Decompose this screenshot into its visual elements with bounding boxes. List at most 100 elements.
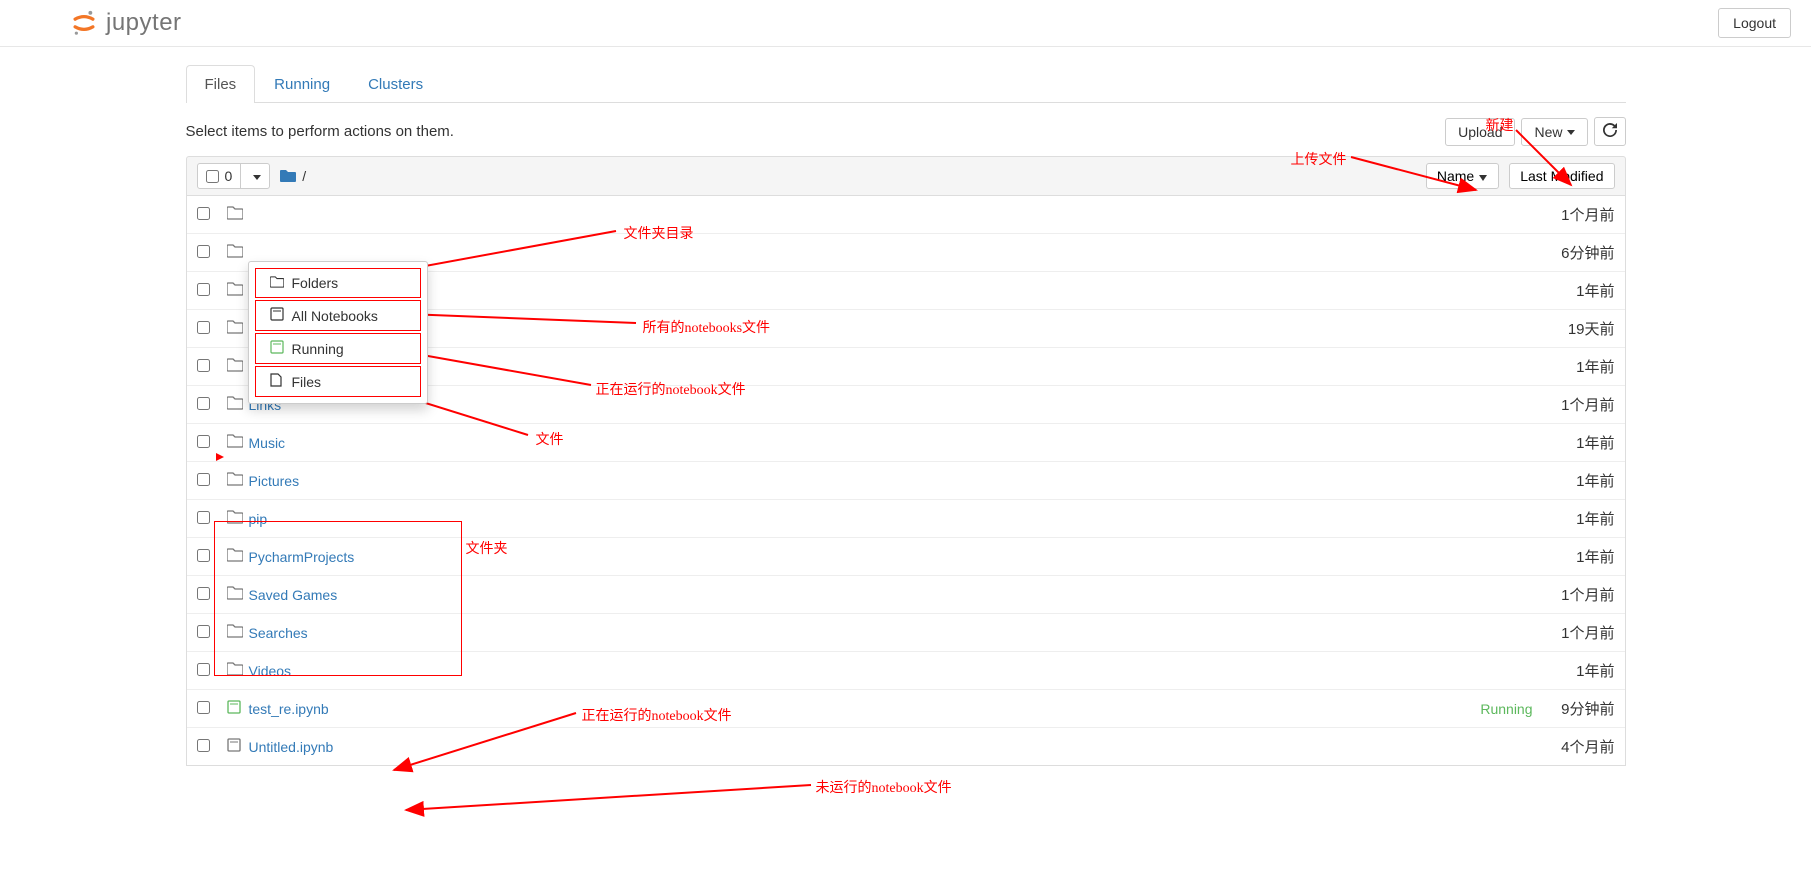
sort-modified-button[interactable]: Last Modified — [1509, 163, 1614, 189]
notebook-idle-icon — [227, 738, 249, 755]
file-name-link[interactable]: PycharmProjects — [249, 549, 355, 565]
file-row: test_re.ipynb Running 9分钟前 — [187, 690, 1625, 728]
tab-bar: Files Running Clusters — [186, 65, 1626, 103]
file-row: Untitled.ipynb 4个月前 — [187, 728, 1625, 765]
tab-running[interactable]: Running — [255, 65, 349, 103]
file-checkbox[interactable] — [197, 283, 227, 299]
select-dropdown-button[interactable] — [241, 164, 269, 188]
file-checkbox[interactable] — [197, 701, 227, 717]
folder-outline-icon — [270, 275, 284, 291]
file-checkbox[interactable] — [197, 587, 227, 603]
folder-icon — [227, 434, 249, 451]
file-modified-date: 1个月前 — [1545, 622, 1615, 643]
notebook-icon — [270, 307, 284, 324]
file-status: Running — [1480, 701, 1532, 717]
tab-files[interactable]: Files — [186, 65, 256, 103]
folder-icon — [227, 244, 249, 261]
caret-down-icon — [253, 175, 261, 180]
file-checkbox[interactable] — [197, 207, 227, 223]
file-row: Videos1年前 — [187, 652, 1625, 690]
file-modified-date: 1年前 — [1545, 432, 1615, 453]
dropdown-item-label: All Notebooks — [292, 308, 378, 324]
dropdown-item-label: Folders — [292, 275, 339, 291]
folder-icon — [227, 586, 249, 603]
folder-icon — [227, 282, 249, 299]
folder-icon — [227, 510, 249, 527]
file-modified-date: 1年前 — [1545, 546, 1615, 567]
file-row: Searches 1个月前 — [187, 614, 1625, 652]
file-modified-date: 1年前 — [1545, 508, 1615, 529]
file-checkbox[interactable] — [197, 397, 227, 413]
file-modified-date: 4个月前 — [1545, 736, 1615, 757]
dropdown-running[interactable]: Running — [255, 333, 421, 364]
dropdown-all-notebooks[interactable]: All Notebooks — [255, 300, 421, 331]
refresh-button[interactable] — [1594, 117, 1626, 146]
sort-name-button[interactable]: Name — [1426, 163, 1499, 189]
file-checkbox[interactable] — [197, 435, 227, 451]
file-name-link[interactable]: Searches — [249, 625, 308, 641]
select-all-checkbox[interactable]: 0 — [198, 164, 242, 188]
file-row: Music 1年前 — [187, 424, 1625, 462]
new-button[interactable]: New — [1521, 118, 1587, 146]
file-checkbox[interactable] — [197, 663, 227, 679]
folder-icon — [280, 169, 296, 183]
file-checkbox[interactable] — [197, 321, 227, 337]
file-name-link[interactable]: Videos — [249, 663, 292, 679]
file-checkbox[interactable] — [197, 359, 227, 375]
file-checkbox[interactable] — [197, 625, 227, 641]
file-modified-date: 1年前 — [1545, 470, 1615, 491]
file-modified-date: 1个月前 — [1545, 204, 1615, 225]
file-name-link[interactable]: Untitled.ipynb — [249, 739, 334, 755]
refresh-icon — [1603, 123, 1617, 137]
folder-icon — [227, 624, 249, 641]
file-modified-date: 1年前 — [1545, 280, 1615, 301]
tab-clusters[interactable]: Clusters — [349, 65, 442, 103]
selected-count: 0 — [225, 168, 233, 184]
select-type-dropdown: Folders All Notebooks Running Files — [248, 261, 428, 404]
folder-icon — [227, 396, 249, 413]
file-icon — [270, 373, 284, 390]
file-modified-date: 6分钟前 — [1545, 242, 1615, 263]
list-header: 0 / Name Last Modified — [186, 156, 1626, 196]
folder-icon — [227, 358, 249, 375]
file-row: PycharmProjects 1年前 — [187, 538, 1625, 576]
file-row: Pictures 1年前 — [187, 462, 1625, 500]
dropdown-item-label: Files — [292, 374, 322, 390]
logout-button[interactable]: Logout — [1718, 8, 1791, 38]
file-modified-date: 9分钟前 — [1545, 698, 1615, 719]
file-modified-date: 1个月前 — [1545, 584, 1615, 605]
folder-icon — [227, 206, 249, 223]
file-name-link[interactable]: pip — [249, 511, 268, 527]
file-checkbox[interactable] — [197, 473, 227, 489]
folder-icon — [227, 472, 249, 489]
annotation-idle-nb: 未运行的notebook文件 — [816, 777, 952, 797]
breadcrumb-root: / — [302, 168, 306, 184]
folder-icon — [227, 320, 249, 337]
folder-icon — [227, 548, 249, 565]
file-name-link[interactable]: test_re.ipynb — [249, 701, 329, 717]
file-row: 1个月前 — [187, 196, 1625, 234]
breadcrumb[interactable]: / — [280, 168, 306, 184]
dropdown-folders[interactable]: Folders — [255, 268, 421, 298]
file-modified-date: 1个月前 — [1545, 394, 1615, 415]
jupyter-logo[interactable]: jupyter — [70, 9, 182, 37]
caret-down-icon — [1567, 130, 1575, 135]
jupyter-icon — [70, 9, 98, 37]
file-row: Saved Games 1个月前 — [187, 576, 1625, 614]
upload-button[interactable]: Upload — [1445, 118, 1515, 146]
arrow-down-icon — [1478, 171, 1488, 181]
logo-text: jupyter — [106, 9, 182, 37]
folder-icon — [227, 662, 249, 679]
notebook-running-icon — [270, 340, 284, 357]
file-checkbox[interactable] — [197, 739, 227, 755]
file-checkbox[interactable] — [197, 511, 227, 527]
file-row: pip 1年前 — [187, 500, 1625, 538]
file-name-link[interactable]: Saved Games — [249, 587, 338, 603]
dropdown-files[interactable]: Files — [255, 366, 421, 397]
file-checkbox[interactable] — [197, 245, 227, 261]
instruction-text: Select items to perform actions on them. — [186, 123, 454, 140]
file-name-link[interactable]: Music — [249, 435, 286, 451]
file-name-link[interactable]: Pictures — [249, 473, 300, 489]
file-checkbox[interactable] — [197, 549, 227, 565]
file-modified-date: 19天前 — [1545, 318, 1615, 339]
